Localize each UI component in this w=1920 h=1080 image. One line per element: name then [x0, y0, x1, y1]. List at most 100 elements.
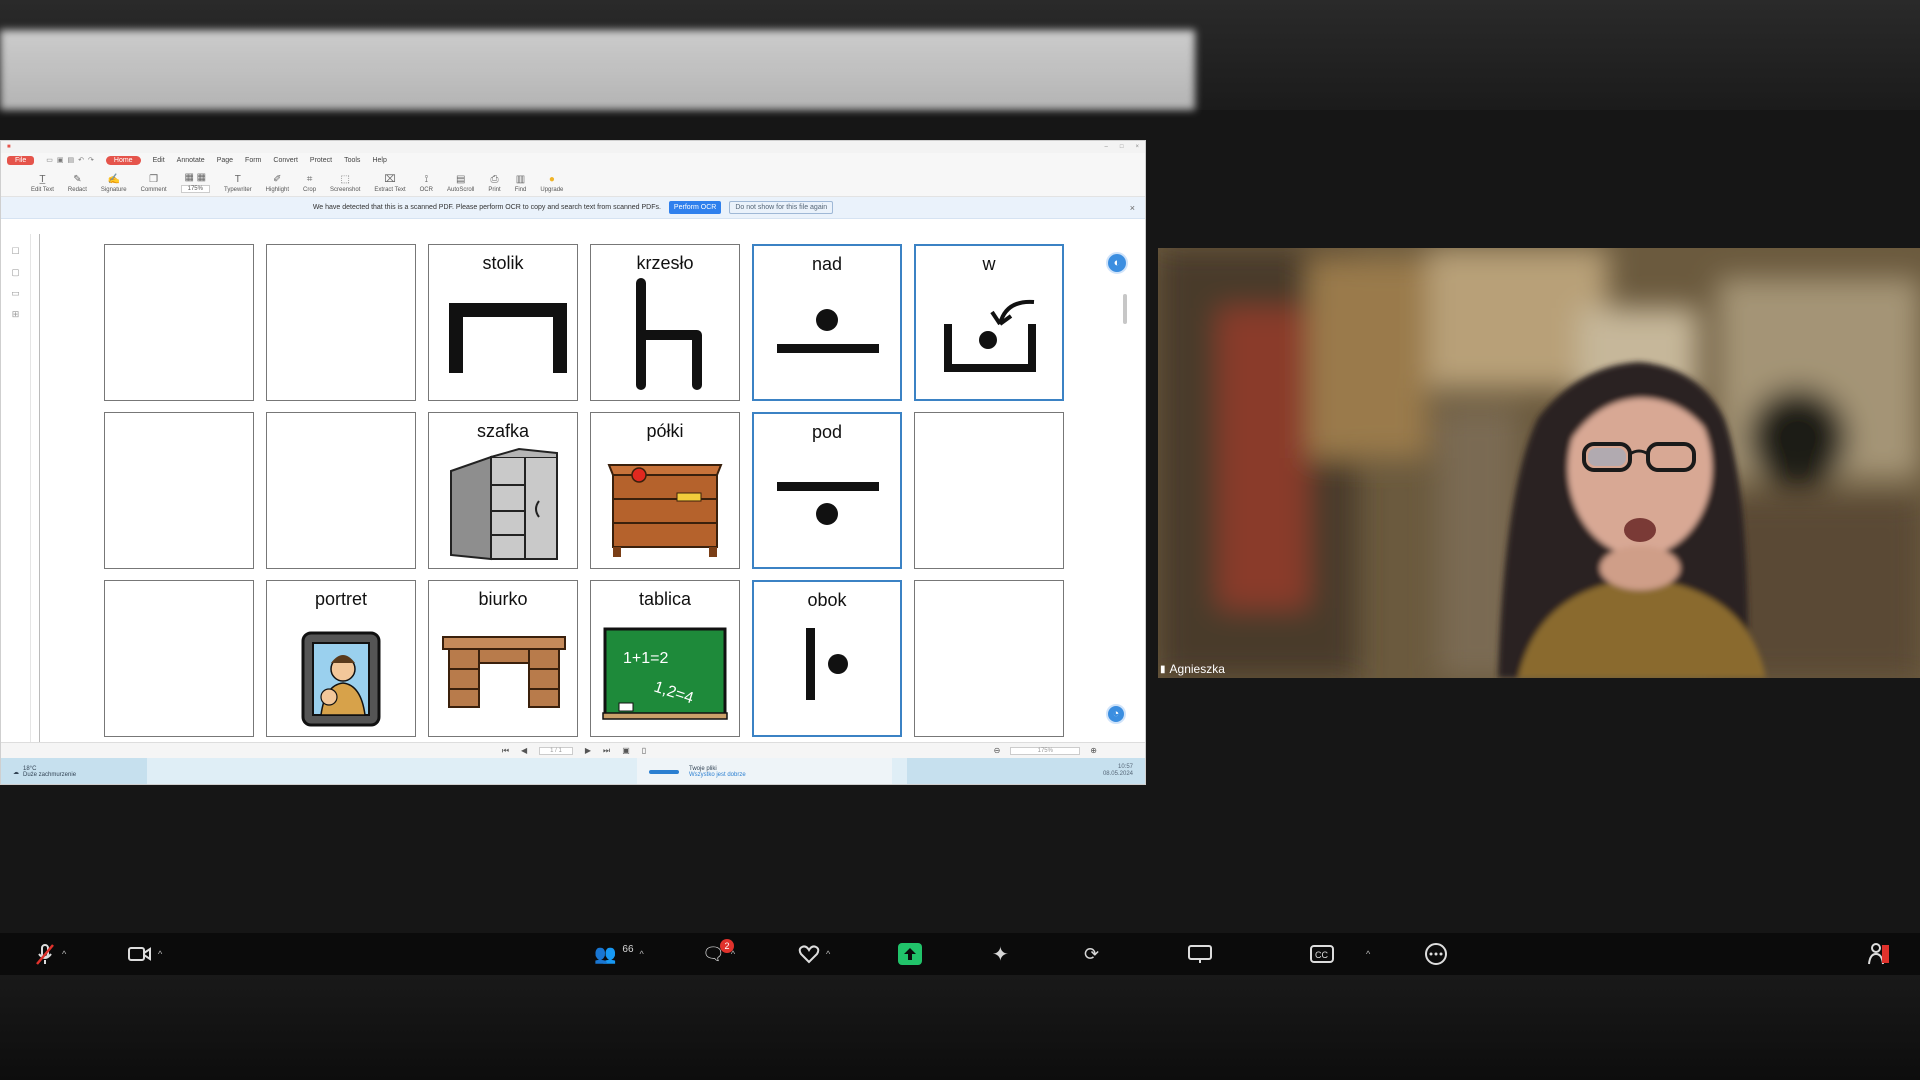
board-line-1: 1+1=2 — [623, 650, 668, 667]
blurred-window-top — [0, 30, 1195, 110]
tab-convert[interactable]: Convert — [273, 157, 298, 164]
share-screen-button[interactable] — [898, 933, 922, 975]
grid-cell-pod[interactable]: pod — [752, 412, 902, 569]
next-page-icon[interactable]: ▶ — [585, 746, 591, 755]
grid-cell[interactable] — [266, 412, 416, 569]
thumbnail-icon[interactable]: ▢ — [11, 267, 20, 278]
reactions-options-icon[interactable]: ^ — [826, 949, 830, 959]
edit-text-button[interactable]: T̲ Edit Text — [31, 175, 54, 194]
single-page-icon[interactable]: ▯ — [642, 746, 646, 755]
grid-cell-nad[interactable]: nad — [752, 244, 902, 401]
pdf-page[interactable]: stolik krzesło nad w szafka półki pod po… — [39, 234, 1131, 742]
screenshot-button[interactable]: ⬚ Screenshot — [330, 174, 360, 194]
audio-options-icon[interactable]: ^ — [62, 949, 66, 959]
save-icon[interactable]: ▣ — [57, 156, 64, 164]
last-page-icon[interactable]: ⏭ — [603, 746, 610, 756]
zoom-out-icon[interactable]: ⊖ — [994, 746, 1001, 755]
print-button[interactable]: ⎙ Print — [488, 175, 500, 194]
chat-assistant-icon[interactable]: ◔ — [1106, 704, 1126, 724]
participants-options-icon[interactable]: ^ — [640, 949, 644, 959]
open-icon[interactable]: ▭ — [46, 156, 53, 164]
zoom-select[interactable]: ▦ ▦ 175% — [180, 173, 210, 193]
comment-button[interactable]: ❐ Comment — [141, 175, 167, 194]
grid-cell[interactable] — [914, 412, 1064, 569]
perform-ocr-button[interactable]: Perform OCR — [668, 201, 722, 214]
cabinet-picture-icon — [450, 447, 558, 561]
undo-icon[interactable]: ↶ — [78, 156, 84, 164]
grid-cell-obok[interactable]: obok — [752, 580, 902, 737]
reactions-button[interactable]: ^ — [798, 933, 830, 975]
grid-cell[interactable] — [914, 580, 1064, 737]
captions-button[interactable]: CC — [1310, 933, 1334, 975]
autoscroll-button[interactable]: ▤ AutoScroll — [447, 175, 474, 194]
video-button[interactable]: ^ — [128, 933, 162, 975]
grid-cell[interactable] — [104, 412, 254, 569]
mute-button[interactable]: ^ — [34, 933, 66, 975]
progress-bar — [649, 770, 679, 774]
video-options-icon[interactable]: ^ — [158, 949, 162, 959]
tab-page[interactable]: Page — [217, 157, 233, 164]
system-clock[interactable]: 10:57 08.05.2024 — [907, 758, 1145, 784]
vertical-scrollbar[interactable] — [1123, 294, 1127, 324]
weather-widget[interactable]: ☁ 18°C Duże zachmurzenie — [1, 758, 147, 784]
prev-page-icon[interactable]: ◀ — [521, 746, 527, 755]
grid-cell[interactable] — [104, 580, 254, 737]
grid-cell-w[interactable]: w — [914, 244, 1064, 401]
page-number-input[interactable]: 1 / 1 — [539, 746, 573, 755]
tab-edit[interactable]: Edit — [153, 157, 165, 164]
upgrade-button[interactable]: ● Upgrade — [540, 175, 563, 194]
dont-show-again-button[interactable]: Do not show for this file again — [729, 201, 834, 214]
redact-button[interactable]: ✎ Redact — [68, 175, 87, 194]
file-menu-button[interactable]: File — [7, 155, 35, 165]
files-notification[interactable]: Twoje pliki Wszystko jest dobrze — [637, 758, 892, 784]
close-icon[interactable]: × — [1135, 144, 1139, 150]
tab-protect[interactable]: Protect — [310, 157, 332, 164]
redo-icon[interactable]: ↷ — [88, 156, 94, 164]
typewriter-button[interactable]: T Typewriter — [224, 175, 252, 194]
highlight-button[interactable]: ✐ Highlight — [266, 175, 289, 194]
tab-tools[interactable]: Tools — [344, 157, 360, 164]
close-ocr-bar-icon[interactable]: × — [1130, 203, 1135, 213]
attachment-icon[interactable]: ⊞ — [12, 309, 20, 320]
participants-button[interactable]: 👥 66 ^ — [594, 933, 644, 975]
more-button[interactable] — [1424, 933, 1448, 975]
bookmark-icon[interactable]: ☐ — [11, 246, 19, 257]
find-button[interactable]: ▥ Find — [515, 175, 527, 194]
apps-button[interactable]: ⟳ — [1084, 933, 1099, 975]
print-icon[interactable]: ▤ — [68, 156, 75, 164]
screenshot-icon: ⬚ — [340, 174, 350, 185]
whiteboard-button[interactable] — [1188, 933, 1212, 975]
tab-form[interactable]: Form — [245, 157, 261, 164]
captions-options-icon[interactable]: ^ — [1366, 933, 1370, 975]
fit-page-icon[interactable]: ▣ — [622, 746, 630, 755]
comment-panel-icon[interactable]: ▭ — [11, 288, 20, 299]
signature-button[interactable]: ✍ Signature — [101, 175, 127, 194]
tab-help[interactable]: Help — [372, 157, 386, 164]
ai-assistant-icon[interactable]: ◐ — [1106, 252, 1128, 274]
grid-cell-portret[interactable]: portret — [266, 580, 416, 737]
zoom-in-icon[interactable]: ⊕ — [1090, 746, 1097, 755]
ocr-message: We have detected that this is a scanned … — [312, 204, 661, 211]
crop-button[interactable]: ⌗ Crop — [303, 175, 316, 194]
first-page-icon[interactable]: ⏮ — [502, 746, 509, 756]
ocr-button[interactable]: ⟟ OCR — [420, 175, 433, 194]
grid-cell-polki[interactable]: półki — [590, 412, 740, 569]
grid-cell-stolik[interactable]: stolik — [428, 244, 578, 401]
grid-cell[interactable] — [104, 244, 254, 401]
grid-cell[interactable] — [266, 244, 416, 401]
grid-cell-biurko[interactable]: biurko — [428, 580, 578, 737]
leave-button[interactable] — [1866, 933, 1890, 975]
grid-cell-krzeslo[interactable]: krzesło — [590, 244, 740, 401]
tab-home[interactable]: Home — [105, 155, 141, 165]
grid-cell-szafka[interactable]: szafka — [428, 412, 578, 569]
zoom-value[interactable]: 175% — [1010, 746, 1081, 755]
minimize-icon[interactable]: – — [1105, 144, 1108, 150]
extract-text-button[interactable]: ⌧ Extract Text — [374, 175, 405, 194]
maximize-icon[interactable]: □ — [1120, 144, 1124, 150]
tab-annotate[interactable]: Annotate — [177, 157, 205, 164]
participant-video[interactable] — [1158, 248, 1920, 678]
ai-companion-button[interactable]: ✦ — [992, 933, 1009, 975]
grid-cell-tablica[interactable]: tablica 1+1=2 1,2=4 — [590, 580, 740, 737]
blurred-background-bottom — [0, 968, 1920, 1080]
svg-text:CC: CC — [1315, 950, 1328, 960]
